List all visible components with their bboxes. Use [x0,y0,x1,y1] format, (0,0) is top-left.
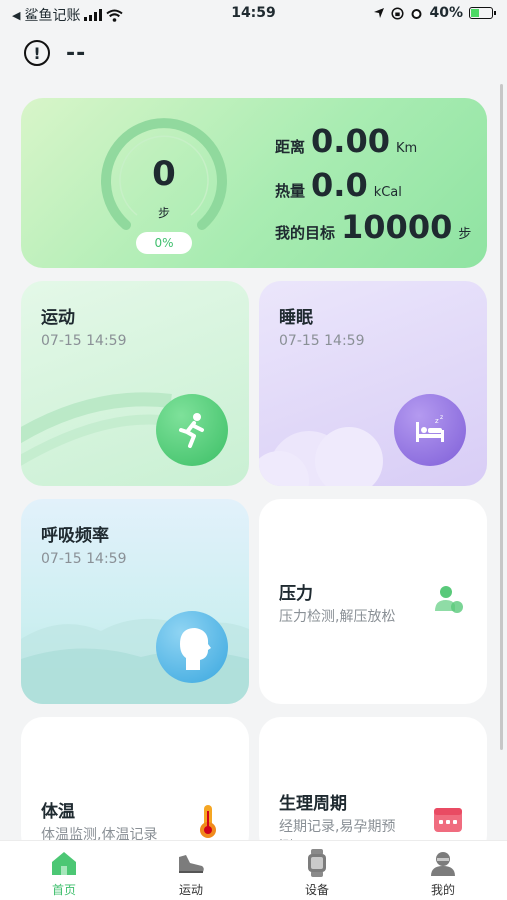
period-card[interactable]: 生理周期 经期记录,易孕期预测 [259,717,487,857]
alert-icon[interactable]: ! [24,40,50,66]
calorie-value: 0.0 [311,166,368,204]
thermometer-icon [200,805,216,838]
goal-label: 我的目标 [275,224,336,242]
temperature-title: 体温 [41,802,75,822]
stress-title: 压力 [279,584,313,604]
step-gauge: 0 步 0% [97,116,231,254]
tab-sport[interactable]: 运动 [151,849,231,898]
step-count: 0 [152,154,176,194]
step-progress-badge: 0% [136,232,192,254]
distance-label: 距离 [275,138,306,156]
step-summary-card[interactable]: 0 步 0% 距离 0.00 Km 热量 0.0 kCal 我的目标 10000… [21,98,487,268]
breath-title: 呼吸频率 [41,526,109,546]
tab-device-label: 设备 [304,883,329,897]
page-header: ! -- [24,40,86,66]
breath-card[interactable]: 呼吸频率 07-15 14:59 [21,499,249,704]
calendar-icon [434,808,462,832]
stress-desc: 压力检测,解压放松 [279,609,396,625]
sleep-time: 07-15 14:59 [279,333,365,349]
home-icon [52,852,76,875]
step-unit: 步 [157,206,170,220]
tab-profile[interactable]: 我的 [403,849,483,898]
goal-unit: 步 [458,227,472,242]
scrollbar[interactable] [500,84,503,750]
tab-home[interactable]: 首页 [24,849,104,898]
sport-title: 运动 [41,308,75,328]
svg-text:z: z [440,414,443,421]
running-icon [156,394,228,466]
tab-device[interactable]: 设备 [277,849,357,898]
svg-text:z: z [435,417,439,425]
bottom-tab-bar: 首页 运动 设备 我的 [0,840,507,900]
orientation-lock-icon [391,6,405,20]
sport-card[interactable]: 运动 07-15 14:59 [21,281,249,486]
goal-value: 10000 [341,208,453,246]
device-name: -- [66,40,87,66]
watch-icon [308,849,326,877]
tab-home-label: 首页 [51,883,76,897]
location-icon [374,8,385,18]
calorie-row: 热量 0.0 kCal [275,166,402,204]
tab-sport-label: 运动 [178,883,203,897]
sport-time: 07-15 14:59 [41,333,127,349]
sleep-card[interactable]: 睡眠 07-15 14:59 z z [259,281,487,486]
tab-profile-label: 我的 [430,883,455,897]
distance-row: 距离 0.00 Km [275,122,417,160]
stress-card[interactable]: 压力 压力检测,解压放松 [259,499,487,704]
goal-row: 我的目标 10000 步 [275,208,471,246]
calorie-unit: kCal [373,185,402,200]
sleep-title: 睡眠 [279,308,313,328]
status-bar: ◀ 鲨鱼记账 14:59 40% [0,0,507,30]
stress-person-icon [435,586,463,613]
sneaker-icon [179,855,204,873]
alarm-icon [411,8,422,19]
distance-unit: Km [395,141,418,156]
period-title: 生理周期 [279,794,347,814]
battery-icon [469,7,496,19]
battery-percent: 40% [429,5,463,21]
breath-time: 07-15 14:59 [41,551,127,567]
distance-value: 0.00 [311,122,390,160]
temperature-card[interactable]: 体温 体温监测,体温记录 [21,717,249,857]
user-icon [431,852,455,876]
head-profile-icon [156,611,228,683]
calorie-label: 热量 [275,182,306,200]
bed-icon: z z [394,394,466,466]
